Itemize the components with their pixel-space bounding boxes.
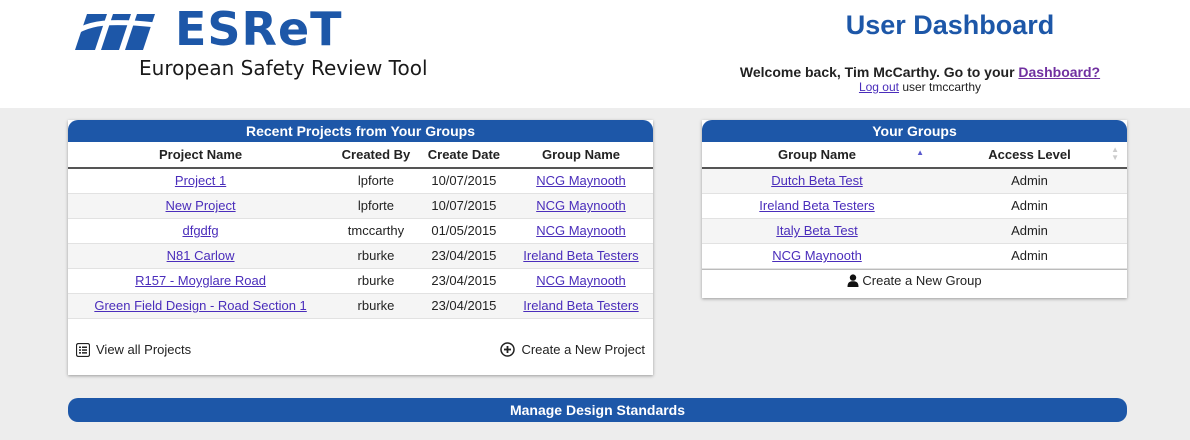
group-link[interactable]: NCG Maynooth — [536, 198, 626, 213]
table-row: Project 1 lpforte 10/07/2015 NCG Maynoot… — [68, 168, 653, 194]
created-by-cell: rburke — [333, 293, 419, 319]
your-groups-table: Group Name ▲ Access Level ▲ ▼ Dutch Beta … — [702, 142, 1127, 269]
project-link[interactable]: R157 - Moyglare Road — [135, 273, 266, 288]
table-row: R157 - Moyglare Road rburke 23/04/2015 N… — [68, 268, 653, 294]
access-level-cell: Admin — [932, 168, 1127, 194]
col-project-name[interactable]: Project Name — [68, 142, 334, 169]
created-by-cell: tmccarthy — [333, 218, 419, 244]
esret-logo: ESReT European Safety Review Tool — [65, 2, 465, 88]
logout-line: Log out user tmccarthy — [690, 80, 1150, 94]
welcome-message: Welcome back, Tim McCarthy. Go to your D… — [690, 64, 1150, 80]
group-link[interactable]: NCG Maynooth — [536, 273, 626, 288]
table-header-row: Group Name ▲ Access Level ▲ ▼ — [702, 142, 1127, 169]
table-row: N81 Carlow rburke 23/04/2015 Ireland Bet… — [68, 243, 653, 269]
create-date-cell: 23/04/2015 — [418, 243, 509, 269]
create-date-cell: 01/05/2015 — [418, 218, 509, 244]
table-row: NCG Maynooth Admin — [702, 243, 1127, 269]
col-access-level-label: Access Level — [988, 147, 1071, 162]
dashboard-link[interactable]: Dashboard? — [1018, 64, 1100, 80]
create-project-button[interactable]: Create a New Project — [500, 342, 645, 357]
group-link[interactable]: NCG Maynooth — [772, 248, 862, 263]
col-created-by[interactable]: Created By — [333, 142, 419, 169]
logout-user-text: user tmccarthy — [899, 80, 982, 94]
group-link[interactable]: Ireland Beta Testers — [759, 198, 874, 213]
table-row: Dutch Beta Test Admin — [702, 168, 1127, 194]
table-row: dfgdfg tmccarthy 01/05/2015 NCG Maynooth — [68, 218, 653, 244]
group-link[interactable]: NCG Maynooth — [536, 223, 626, 238]
created-by-cell: lpforte — [333, 193, 419, 219]
view-all-label: View all Projects — [96, 342, 192, 357]
logo-subtitle: European Safety Review Tool — [139, 56, 428, 80]
group-link[interactable]: Dutch Beta Test — [771, 173, 863, 188]
plus-circle-icon — [500, 342, 516, 357]
group-link[interactable]: Ireland Beta Testers — [523, 248, 638, 263]
create-date-cell: 10/07/2015 — [418, 193, 509, 219]
col-create-date[interactable]: Create Date — [418, 142, 509, 169]
access-level-cell: Admin — [932, 243, 1127, 269]
col-group-name-label: Group Name — [777, 147, 856, 162]
logout-link[interactable]: Log out — [859, 80, 899, 94]
manage-design-standards-bar[interactable]: Manage Design Standards — [68, 398, 1127, 422]
created-by-cell: lpforte — [333, 168, 419, 194]
sort-up-icon: ▲ — [916, 148, 924, 157]
project-link[interactable]: New Project — [166, 198, 236, 213]
recent-projects-panel: Recent Projects from Your Groups Project… — [68, 120, 653, 375]
project-link[interactable]: N81 Carlow — [167, 248, 235, 263]
page-title: User Dashboard — [845, 10, 1055, 40]
project-link[interactable]: Project 1 — [175, 173, 226, 188]
table-row: Ireland Beta Testers Admin — [702, 193, 1127, 219]
your-groups-panel: Your Groups Group Name ▲ Access Level ▲ ▼… — [702, 120, 1127, 298]
logo-mark-icon — [65, 14, 166, 50]
logo-text: ESReT — [175, 2, 343, 56]
view-all-projects-button[interactable]: View all Projects — [76, 342, 191, 357]
col-group-name[interactable]: Group Name — [508, 142, 653, 169]
group-link[interactable]: Ireland Beta Testers — [523, 298, 638, 313]
group-link[interactable]: Italy Beta Test — [776, 223, 857, 238]
table-header-row: Project Name Created By Create Date Grou… — [68, 142, 653, 169]
group-link[interactable]: NCG Maynooth — [536, 173, 626, 188]
created-by-cell: rburke — [333, 243, 419, 269]
table-row: Italy Beta Test Admin — [702, 218, 1127, 244]
page-header: ESReT European Safety Review Tool User D… — [0, 0, 1190, 108]
your-groups-title: Your Groups — [702, 120, 1127, 142]
create-date-cell: 23/04/2015 — [418, 268, 509, 294]
recent-projects-table: Project Name Created By Create Date Grou… — [68, 142, 653, 319]
create-date-cell: 23/04/2015 — [418, 293, 509, 319]
col-group-name[interactable]: Group Name ▲ — [702, 142, 932, 169]
table-row: New Project lpforte 10/07/2015 NCG Mayno… — [68, 193, 653, 219]
list-icon — [76, 342, 90, 357]
sort-both-icon: ▲ ▼ — [1111, 145, 1119, 162]
project-link[interactable]: dfgdfg — [182, 223, 218, 238]
project-link[interactable]: Green Field Design - Road Section 1 — [94, 298, 306, 313]
create-group-button[interactable]: Create a New Group — [702, 268, 1127, 291]
table-row: Green Field Design - Road Section 1 rbur… — [68, 293, 653, 319]
recent-projects-footer: View all Projects Create a New Project — [68, 342, 653, 372]
create-group-label: Create a New Group — [862, 272, 982, 288]
recent-projects-title: Recent Projects from Your Groups — [68, 120, 653, 142]
access-level-cell: Admin — [932, 218, 1127, 244]
welcome-text: Welcome back, Tim McCarthy. Go to your — [739, 64, 1019, 80]
access-level-cell: Admin — [932, 193, 1127, 219]
create-project-label: Create a New Project — [521, 342, 645, 357]
create-date-cell: 10/07/2015 — [418, 168, 509, 194]
col-access-level[interactable]: Access Level ▲ ▼ — [932, 142, 1127, 169]
created-by-cell: rburke — [333, 268, 419, 294]
user-icon — [847, 273, 859, 287]
